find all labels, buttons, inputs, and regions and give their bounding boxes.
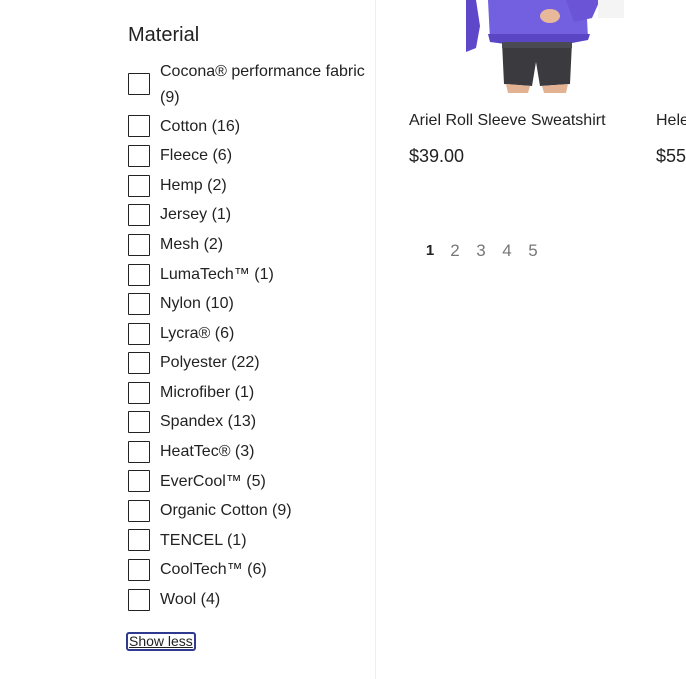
option-label: TENCEL (1) xyxy=(160,532,247,549)
option-label: Organic Cotton (9) xyxy=(160,502,292,519)
option-label: Cotton (16) xyxy=(160,118,241,135)
option-label: Hemp (2) xyxy=(160,177,227,194)
filter-title-material: Material xyxy=(128,24,200,46)
material-option[interactable]: Polyester (22) xyxy=(128,351,373,377)
checkbox[interactable] xyxy=(128,352,150,374)
checkbox[interactable] xyxy=(128,589,150,611)
product-image[interactable] xyxy=(466,0,624,93)
option-label: CoolTech™ (6) xyxy=(160,561,267,578)
product-name-link[interactable]: Ariel Roll Sleeve Sweatshirt xyxy=(409,111,606,131)
material-option[interactable]: Microfiber (1) xyxy=(128,381,373,407)
option-label: Microfiber (1) xyxy=(160,384,255,401)
material-option[interactable]: Organic Cotton (9) xyxy=(128,499,373,525)
material-option[interactable]: CoolTech™ (6) xyxy=(128,558,373,584)
checkbox[interactable] xyxy=(128,73,150,95)
show-less-link[interactable]: Show less xyxy=(126,632,196,651)
option-label: HeatTec® (3) xyxy=(160,443,255,460)
material-option[interactable]: HeatTec® (3) xyxy=(128,440,373,466)
material-option[interactable]: Spandex (13) xyxy=(128,410,373,436)
material-option[interactable]: Mesh (2) xyxy=(128,233,373,259)
checkbox[interactable] xyxy=(128,293,150,315)
option-label: EverCool™ (5) xyxy=(160,473,266,490)
option-label: LumaTech™ (1) xyxy=(160,266,274,283)
checkbox[interactable] xyxy=(128,500,150,522)
option-label: Cocona® performance fabric (9) xyxy=(160,63,365,106)
option-label: Mesh (2) xyxy=(160,236,224,253)
product-price: $39.00 xyxy=(409,146,465,166)
checkbox[interactable] xyxy=(128,470,150,492)
option-label: Spandex (13) xyxy=(160,413,257,430)
checkbox[interactable] xyxy=(128,115,150,137)
option-label: Nylon (10) xyxy=(160,295,234,312)
material-option[interactable]: Hemp (2) xyxy=(128,174,373,200)
page-2-link[interactable]: 2 xyxy=(445,240,465,262)
material-option[interactable]: Wool (4) xyxy=(128,588,373,614)
option-label: Jersey (1) xyxy=(160,206,232,223)
option-label: Wool (4) xyxy=(160,591,221,608)
page-3-link[interactable]: 3 xyxy=(471,240,491,262)
material-option[interactable]: Jersey (1) xyxy=(128,204,373,230)
option-label: Polyester (22) xyxy=(160,354,260,371)
material-option[interactable]: Nylon (10) xyxy=(128,292,373,318)
material-option[interactable]: LumaTech™ (1) xyxy=(128,263,373,289)
checkbox[interactable] xyxy=(128,234,150,256)
checkbox[interactable] xyxy=(128,441,150,463)
checkbox[interactable] xyxy=(128,204,150,226)
option-label: Fleece (6) xyxy=(160,147,233,164)
page-1-current: 1 xyxy=(425,242,435,259)
product-price: $55 xyxy=(656,146,686,166)
material-option[interactable]: EverCool™ (5) xyxy=(128,470,373,496)
material-option[interactable]: Fleece (6) xyxy=(128,145,373,171)
checkbox[interactable] xyxy=(128,382,150,404)
material-option[interactable]: Cocona® performance fabric (9) xyxy=(128,59,373,111)
checkbox[interactable] xyxy=(128,559,150,581)
material-option[interactable]: Cotton (16) xyxy=(128,115,373,141)
page-5-link[interactable]: 5 xyxy=(523,240,543,262)
checkbox[interactable] xyxy=(128,175,150,197)
checkbox[interactable] xyxy=(128,264,150,286)
material-option[interactable]: TENCEL (1) xyxy=(128,529,373,555)
option-label: Lycra® (6) xyxy=(160,325,235,342)
checkbox[interactable] xyxy=(128,145,150,167)
material-option[interactable]: Lycra® (6) xyxy=(128,322,373,348)
filter-sidebar: Material Cocona® performance fabric (9) … xyxy=(0,0,376,679)
page-4-link[interactable]: 4 xyxy=(497,240,517,262)
checkbox[interactable] xyxy=(128,411,150,433)
checkbox[interactable] xyxy=(128,323,150,345)
product-name-link[interactable]: Hele xyxy=(656,111,686,131)
product-photo-model xyxy=(466,0,624,93)
checkbox[interactable] xyxy=(128,529,150,551)
